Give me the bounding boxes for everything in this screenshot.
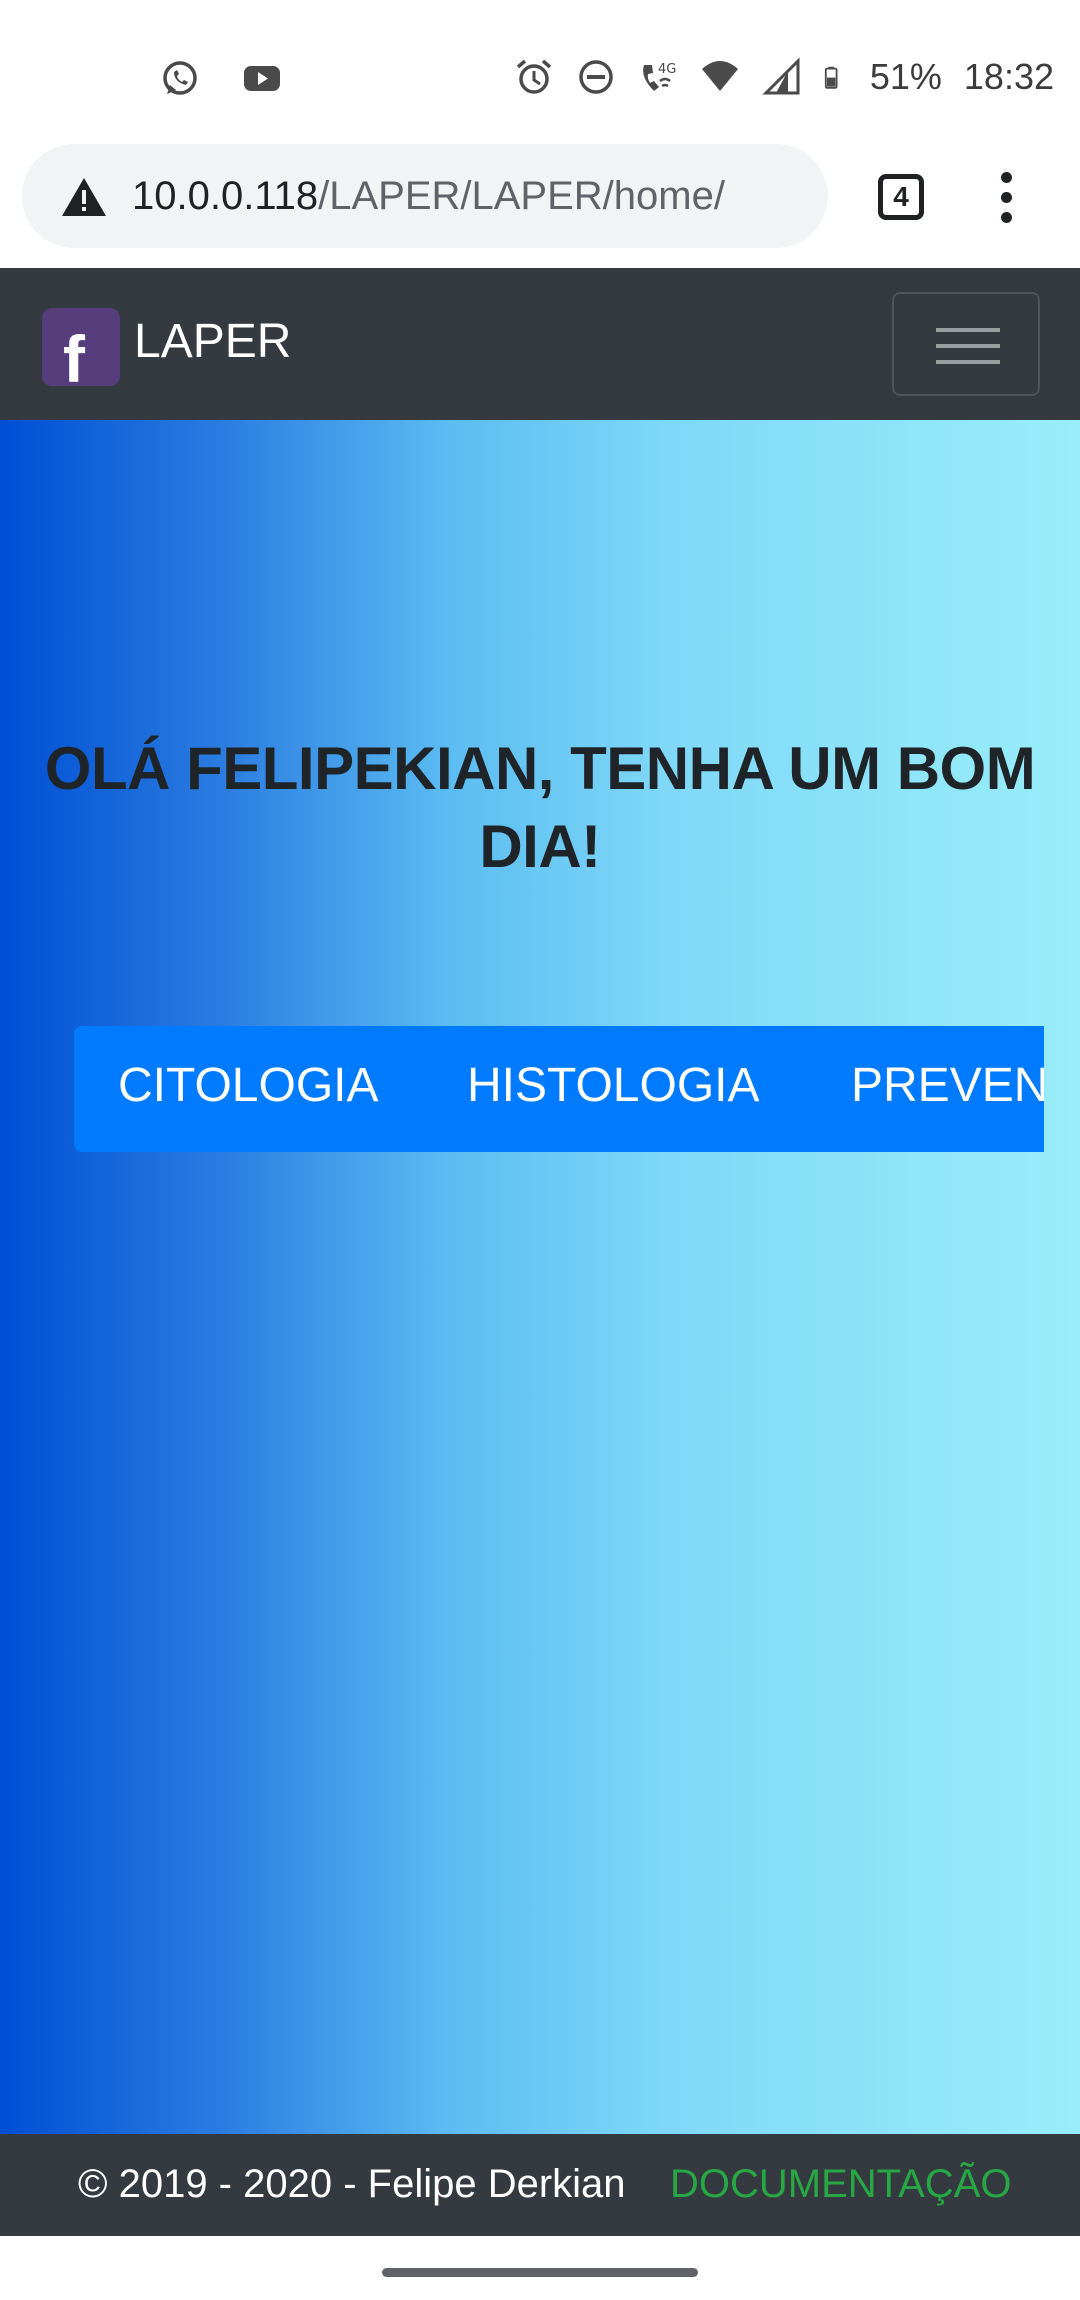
footer-copyright: © 2019 - 2020 - Felipe Derkian: [78, 2162, 626, 2206]
hero-section: OLÁ FELIPEKIAN, TENHA UM BOM DIA! CITOLO…: [0, 420, 1080, 2134]
navbar-toggler-button[interactable]: [892, 292, 1040, 396]
documentation-link[interactable]: DOCUMENTAÇÃO: [670, 2162, 1011, 2207]
navigation-gesture-area: [0, 2236, 1080, 2300]
youtube-icon: [244, 66, 280, 91]
menu-item-prevencao[interactable]: PREVEN: [851, 1058, 1044, 1113]
footer: © 2019 - 2020 - Felipe Derkian DOCUMENTA…: [0, 2134, 1080, 2236]
navbar: f LAPER: [0, 268, 1080, 420]
gesture-handle[interactable]: [382, 2268, 698, 2277]
hamburger-icon-bar: [936, 360, 1000, 364]
battery-icon: [824, 66, 838, 89]
brand-logo-letter: f: [63, 322, 85, 396]
browser-toolbar: 10.0.0.118/LAPER/LAPER/home/ 4: [0, 140, 1080, 268]
hamburger-icon: [936, 328, 1000, 332]
wifi-icon: [701, 61, 738, 91]
greeting-heading: OLÁ FELIPEKIAN, TENHA UM BOM DIA!: [44, 735, 1036, 880]
status-bar: 4G 51% 18:32: [0, 0, 1080, 140]
brand-name[interactable]: LAPER: [134, 314, 291, 369]
svg-text:4G: 4G: [658, 62, 676, 77]
battery-percent: 51%: [869, 56, 942, 97]
volte-4g-icon: 4G: [642, 62, 676, 91]
url-text[interactable]: 10.0.0.118/LAPER/LAPER/home/: [132, 174, 725, 219]
whatsapp-icon: [163, 61, 197, 95]
address-bar[interactable]: 10.0.0.118/LAPER/LAPER/home/: [22, 144, 828, 248]
warning-icon[interactable]: [60, 176, 108, 218]
hamburger-icon-bar: [936, 344, 1000, 348]
signal-icon: [762, 57, 800, 95]
do-not-disturb-icon: [579, 60, 613, 94]
category-menu: CITOLOGIA HISTOLOGIA PREVEN: [74, 1026, 1044, 1152]
brand-logo[interactable]: f: [42, 308, 120, 392]
url-host: 10.0.0.118: [132, 174, 319, 218]
clock: 18:32: [963, 56, 1054, 97]
alarm-icon: [516, 59, 551, 94]
menu-item-histologia[interactable]: HISTOLOGIA: [467, 1058, 760, 1113]
overflow-menu-icon[interactable]: [994, 172, 1018, 224]
tab-switcher-button[interactable]: 4: [878, 174, 924, 220]
url-path: /LAPER/LAPER/home/: [318, 174, 725, 218]
menu-item-citologia[interactable]: CITOLOGIA: [118, 1058, 379, 1113]
